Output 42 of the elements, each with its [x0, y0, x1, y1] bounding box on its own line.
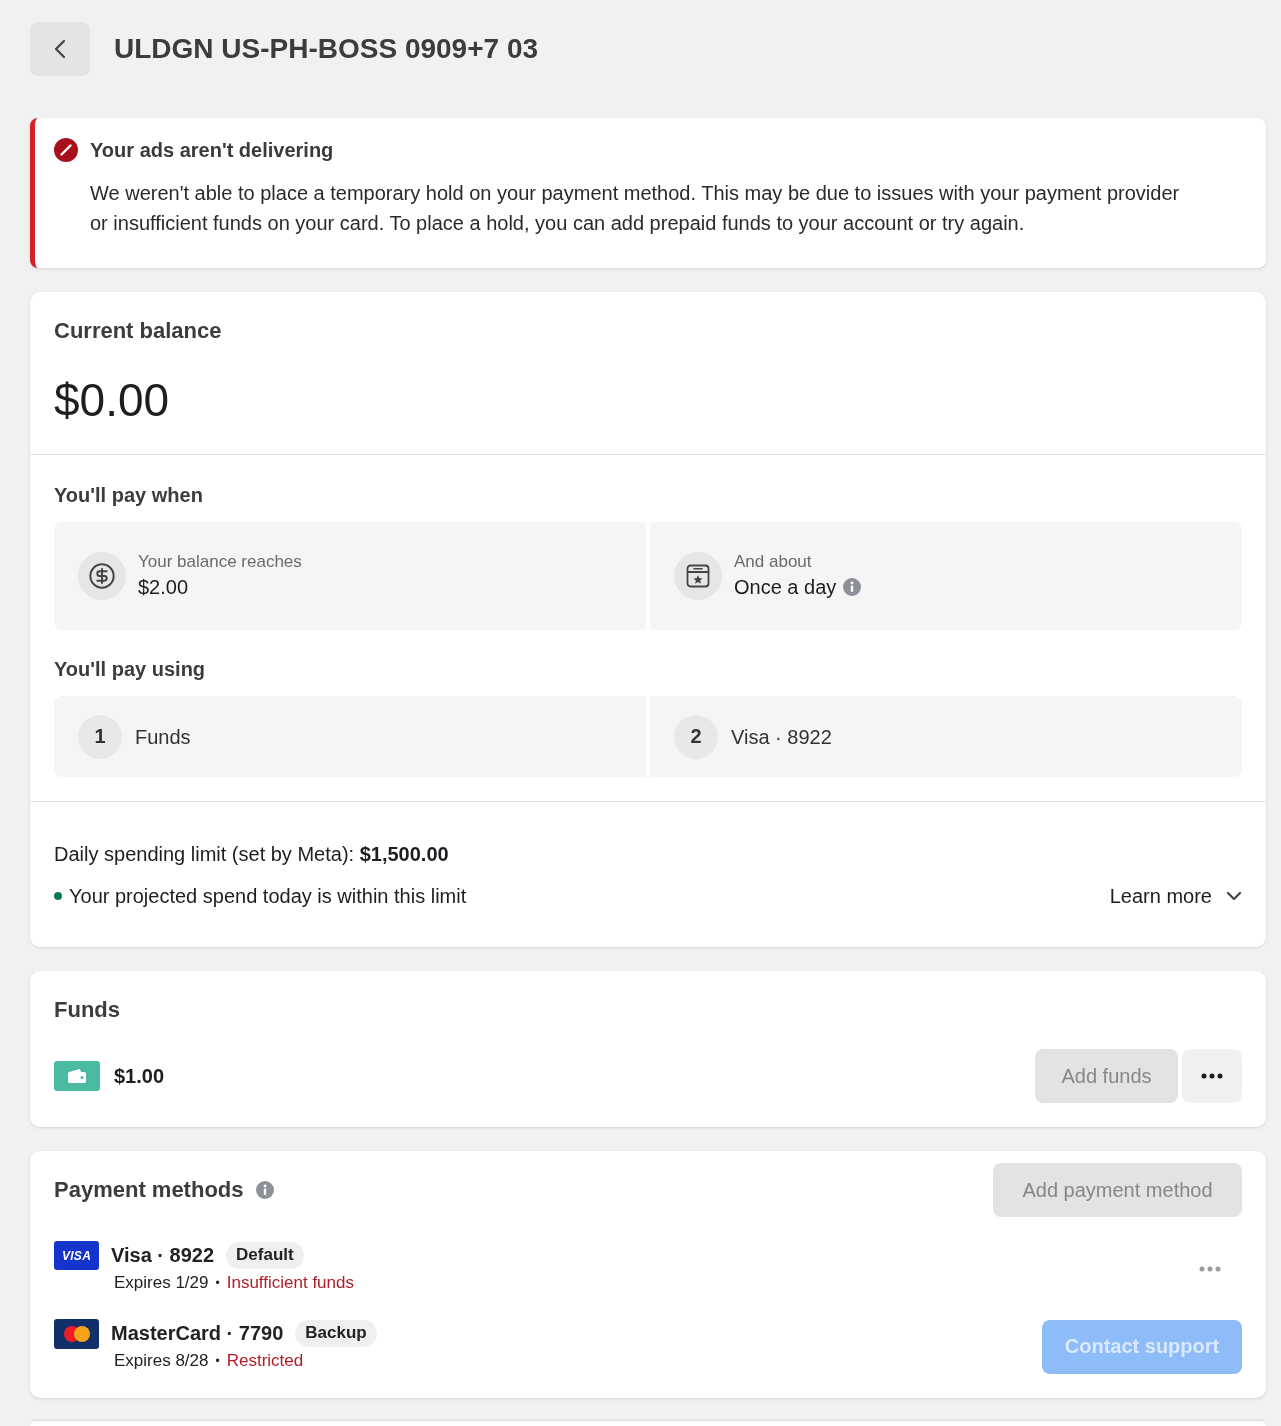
more-icon — [1201, 1073, 1223, 1079]
section-heading: You'll pay using — [54, 657, 207, 682]
more-icon — [1199, 1265, 1221, 1272]
payment-source-label: Visa · 8922 — [731, 724, 832, 750]
card-logo: VISA — [54, 1241, 99, 1270]
tile-label: Your balance reaches — [138, 551, 302, 573]
order-number: 1 — [78, 714, 122, 759]
dollar-coin-icon — [78, 552, 126, 600]
section-heading: You'll pay when — [54, 483, 204, 508]
tile-label: And about — [734, 551, 813, 573]
info-icon[interactable] — [255, 1181, 274, 1199]
status-text: Your projected spend today is within this limit — [69, 884, 467, 909]
card-name: Visa · 8922 — [111, 1243, 215, 1268]
alert-title: Your ads aren't delivering — [90, 138, 334, 162]
page-title: ULDGN US-PH-BOSS 0909+7 03 — [114, 32, 539, 66]
separator-dot: • — [215, 1275, 220, 1292]
card-role-badge: Backup — [295, 1319, 377, 1347]
order-number: 2 — [674, 714, 718, 759]
payment-source-label: Funds — [135, 724, 191, 750]
info-icon[interactable] — [843, 578, 862, 596]
tile-value: $2.00 — [138, 575, 189, 600]
separator-dot: • — [215, 1353, 220, 1370]
funds-amount: $1.00 — [114, 1064, 165, 1088]
prohibited-icon — [54, 138, 78, 162]
tile-value: Once a day — [734, 575, 837, 600]
balance-amount: $0.00 — [54, 373, 171, 428]
chevron-left-icon — [54, 39, 66, 59]
card-status: Insufficient funds — [226, 1272, 354, 1294]
spending-limit-text: Daily spending limit (set by Meta): $1,500.00 — [54, 842, 450, 867]
card-logo-icon — [54, 1319, 99, 1349]
more-button[interactable] — [1182, 1049, 1242, 1103]
section-title: Funds — [54, 996, 121, 1024]
card-role-badge: Default — [226, 1241, 304, 1269]
section-title: Payment methods — [54, 1176, 244, 1204]
card-expiry: Expires 1/29 — [114, 1272, 209, 1294]
wallet-icon — [54, 1061, 100, 1091]
card-status: Restricted — [226, 1350, 304, 1372]
section-title: Current balance — [54, 317, 223, 345]
card-name: MasterCard · 7790 — [111, 1321, 284, 1346]
card-expiry: Expires 8/28 — [114, 1350, 209, 1372]
learn-more-link[interactable]: Learn more — [1109, 881, 1242, 911]
alert-message: We weren't able to place a temporary hold on your payment method. This may be due to issues with your payment provider or insufficient funds on your card. To place a hold, you can add prepaid funds to your account or try again. — [90, 181, 1181, 236]
